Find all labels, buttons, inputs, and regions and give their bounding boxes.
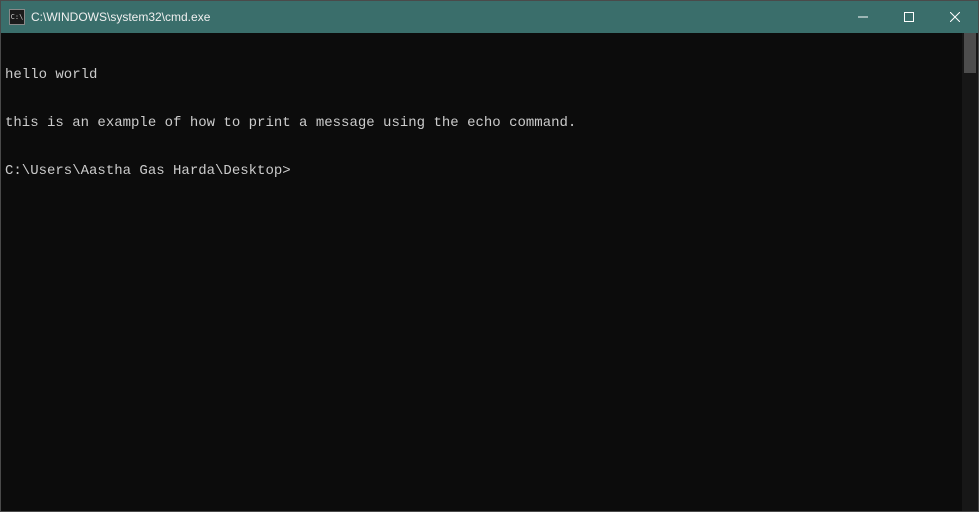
terminal-output[interactable]: hello world this is an example of how to… <box>1 33 962 511</box>
terminal-prompt: C:\Users\Aastha Gas Harda\Desktop> <box>5 163 958 179</box>
cmd-window: C:\ C:\WINDOWS\system32\cmd.exe hello wo… <box>0 0 979 512</box>
terminal-line: this is an example of how to print a mes… <box>5 115 958 131</box>
minimize-icon <box>858 12 868 22</box>
content-area: hello world this is an example of how to… <box>1 33 978 511</box>
maximize-icon <box>904 12 914 22</box>
titlebar[interactable]: C:\ C:\WINDOWS\system32\cmd.exe <box>1 1 978 33</box>
vertical-scrollbar[interactable] <box>962 33 978 511</box>
cmd-icon-text: C:\ <box>11 14 24 21</box>
window-title: C:\WINDOWS\system32\cmd.exe <box>31 10 210 24</box>
maximize-button[interactable] <box>886 1 932 33</box>
cmd-icon: C:\ <box>9 9 25 25</box>
terminal-line: hello world <box>5 67 958 83</box>
minimize-button[interactable] <box>840 1 886 33</box>
scrollbar-thumb[interactable] <box>964 33 976 73</box>
close-icon <box>950 12 960 22</box>
close-button[interactable] <box>932 1 978 33</box>
